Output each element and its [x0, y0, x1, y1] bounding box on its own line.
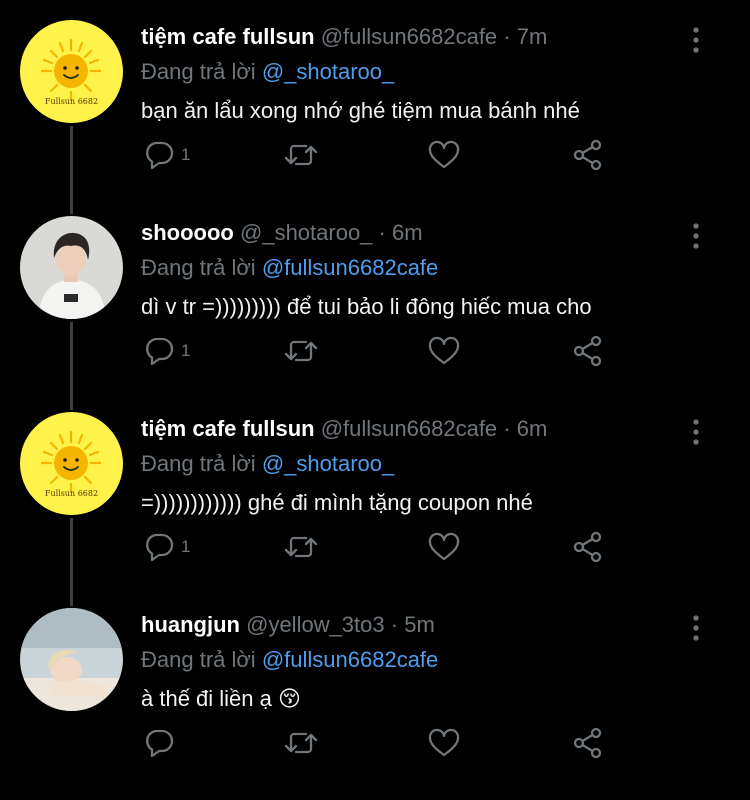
avatar-logo-text: Fullsun 6682	[44, 97, 99, 106]
timestamp[interactable]: 5m	[404, 612, 435, 637]
reply-tweet[interactable]: huangjun @yellow_3to3 · 5m Đang trả lời …	[0, 588, 750, 800]
reply-button[interactable]: 1	[143, 135, 190, 175]
replying-prefix: Đang trả lời	[141, 59, 256, 84]
replying-mention[interactable]: @fullsun6682cafe	[262, 255, 438, 280]
heart-icon	[428, 336, 460, 365]
avatar[interactable]: Fullsun 6682	[20, 412, 123, 515]
more-options-icon[interactable]	[687, 418, 705, 446]
reply-tweet[interactable]: Fullsun 6682 tiệm cafe fullsun @fullsun6…	[0, 392, 750, 588]
username[interactable]: @fullsun6682cafe	[321, 24, 497, 49]
sun-logo-icon	[20, 412, 123, 515]
reply-icon	[146, 729, 174, 758]
share-icon	[573, 531, 602, 563]
person-photo-icon	[20, 216, 123, 319]
timestamp[interactable]: 6m	[517, 416, 548, 441]
username[interactable]: @yellow_3to3	[246, 612, 385, 637]
sun-logo-icon	[20, 20, 123, 123]
like-button[interactable]	[427, 331, 461, 371]
reply-icon	[146, 337, 174, 366]
more-options-icon[interactable]	[687, 26, 705, 54]
replying-mention[interactable]: @_shotaroo_	[262, 451, 394, 476]
display-name[interactable]: shooooo	[141, 220, 234, 245]
avatar[interactable]: Fullsun 6682	[20, 20, 123, 123]
reply-count: 1	[181, 341, 191, 360]
reply-count: 1	[181, 145, 191, 164]
separator: ·	[390, 612, 399, 637]
tweet-text: à thế đi liền ạ 😚	[141, 686, 301, 711]
tweet-header: tiệm cafe fullsun @fullsun6682cafe · 7m	[141, 24, 547, 50]
username[interactable]: @fullsun6682cafe	[321, 416, 497, 441]
timestamp[interactable]: 7m	[517, 24, 548, 49]
heart-icon	[428, 140, 460, 169]
heart-icon	[428, 728, 460, 757]
more-options-icon[interactable]	[687, 222, 705, 250]
replying-to: Đang trả lời @fullsun6682cafe	[141, 647, 438, 673]
display-name[interactable]: tiệm cafe fullsun	[141, 24, 315, 49]
heart-icon	[428, 532, 460, 561]
replying-prefix: Đang trả lời	[141, 451, 256, 476]
retweet-icon	[284, 340, 318, 362]
reply-icon	[146, 533, 174, 562]
tweet-text: bạn ăn lẩu xong nhớ ghé tiệm mua bánh nh…	[141, 98, 580, 123]
person-photo-icon	[20, 608, 123, 711]
replying-prefix: Đang trả lời	[141, 647, 256, 672]
tweet-header: huangjun @yellow_3to3 · 5m	[141, 612, 435, 638]
tweet-header: shooooo @_shotaroo_ · 6m	[141, 220, 423, 246]
username[interactable]: @_shotaroo_	[240, 220, 372, 245]
retweet-icon	[284, 144, 318, 166]
replying-mention[interactable]: @fullsun6682cafe	[262, 647, 438, 672]
reply-count: 1	[181, 537, 191, 556]
like-button[interactable]	[427, 135, 461, 175]
timestamp[interactable]: 6m	[392, 220, 423, 245]
retweet-button[interactable]	[283, 723, 319, 763]
like-button[interactable]	[427, 527, 461, 567]
replying-to: Đang trả lời @_shotaroo_	[141, 59, 394, 85]
replying-to: Đang trả lời @fullsun6682cafe	[141, 255, 438, 281]
like-button[interactable]	[427, 723, 461, 763]
reply-tweet[interactable]: Fullsun 6682 tiệm cafe fullsun @fullsun6…	[0, 0, 750, 196]
separator: ·	[503, 24, 511, 49]
share-button[interactable]	[571, 723, 605, 763]
avatar[interactable]	[20, 216, 123, 319]
share-icon	[573, 139, 602, 171]
reply-button[interactable]: 1	[143, 331, 190, 371]
retweet-button[interactable]	[283, 135, 319, 175]
separator: ·	[503, 416, 511, 441]
replying-prefix: Đang trả lời	[141, 255, 256, 280]
display-name[interactable]: huangjun	[141, 612, 240, 637]
share-icon	[573, 335, 602, 367]
avatar-logo-text: Fullsun 6682	[44, 489, 99, 498]
action-bar: 1	[141, 135, 621, 175]
action-bar	[141, 723, 621, 763]
more-options-icon[interactable]	[687, 614, 705, 642]
share-button[interactable]	[571, 331, 605, 371]
tweet-text: =)))))))))))) ghé đi mình tặng coupon nh…	[141, 490, 533, 515]
separator: ·	[378, 220, 386, 245]
action-bar: 1	[141, 331, 621, 371]
avatar[interactable]	[20, 608, 123, 711]
share-button[interactable]	[571, 527, 605, 567]
retweet-button[interactable]	[283, 331, 319, 371]
replying-to: Đang trả lời @_shotaroo_	[141, 451, 394, 477]
reply-button[interactable]: 1	[143, 527, 190, 567]
share-button[interactable]	[571, 135, 605, 175]
reply-icon	[146, 141, 174, 170]
tweet-header: tiệm cafe fullsun @fullsun6682cafe · 6m	[141, 416, 547, 442]
retweet-icon	[284, 536, 318, 558]
replying-mention[interactable]: @_shotaroo_	[262, 59, 394, 84]
display-name[interactable]: tiệm cafe fullsun	[141, 416, 315, 441]
share-icon	[573, 727, 602, 759]
reply-button[interactable]	[143, 723, 181, 763]
reply-tweet[interactable]: shooooo @_shotaroo_ · 6m Đang trả lời @f…	[0, 196, 750, 392]
action-bar: 1	[141, 527, 621, 567]
retweet-icon	[284, 732, 318, 754]
retweet-button[interactable]	[283, 527, 319, 567]
tweet-text: dì v tr =))))))))) để tui bảo li đông hi…	[141, 294, 592, 319]
